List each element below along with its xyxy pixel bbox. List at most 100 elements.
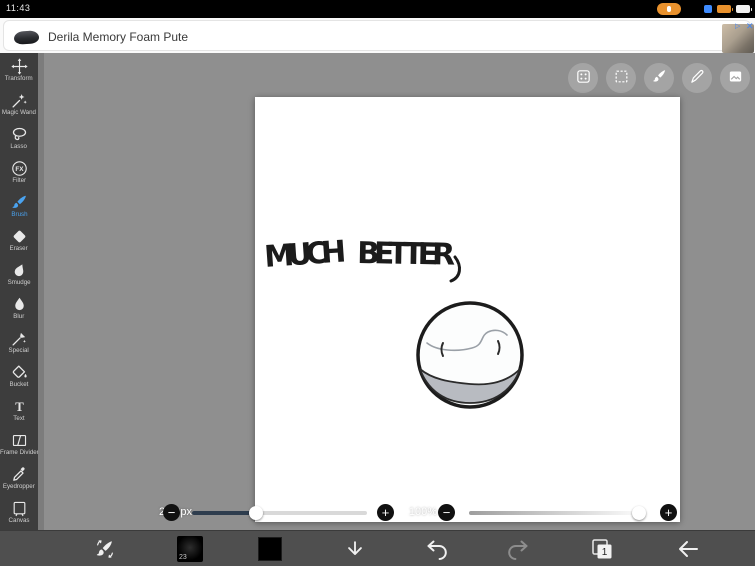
brush-size-decrease-button[interactable]: −: [163, 504, 180, 521]
tool-smudge[interactable]: Smudge: [0, 257, 38, 291]
brush-icon: [11, 194, 28, 211]
tool-label: Brush: [10, 210, 28, 218]
selection-button[interactable]: [606, 63, 636, 93]
battery-icon: [736, 5, 752, 13]
tool-label: Filter: [12, 176, 26, 184]
undo-icon: [425, 540, 449, 564]
tool-label: Blur: [13, 312, 25, 320]
tool-brush[interactable]: Brush: [0, 189, 38, 223]
svg-text:T: T: [15, 400, 24, 414]
tool-eraser[interactable]: Eraser: [0, 223, 38, 257]
undo-button[interactable]: [425, 537, 449, 564]
drawn-word-2: BETTER: [357, 236, 458, 273]
brush-size-increase-button[interactable]: +: [377, 504, 394, 521]
tool-label: Text: [13, 414, 25, 422]
ad-product-image: [13, 30, 40, 45]
status-time: 11:43: [6, 3, 31, 13]
tool-eyedropper[interactable]: Eyedropper: [0, 461, 38, 495]
brush-preview-button[interactable]: 23: [177, 536, 203, 562]
arrow-down-icon: [344, 541, 366, 563]
tool-text[interactable]: T Text: [0, 393, 38, 427]
ad-close-button[interactable]: ✕: [746, 21, 754, 31]
opacity-value: 100%: [408, 506, 437, 518]
tool-label: Special: [8, 346, 30, 354]
hide-panel-button[interactable]: [344, 538, 366, 563]
lasso-icon: [11, 126, 28, 143]
opacity-decrease-button[interactable]: −: [438, 504, 455, 521]
back-button[interactable]: [676, 537, 700, 564]
mic-indicator-pill[interactable]: [657, 3, 681, 15]
special-icon: [11, 330, 28, 347]
ad-card[interactable]: Derila Memory Foam Pute ▷ ✕: [3, 20, 754, 53]
smudge-icon: [11, 262, 28, 279]
brush-eraser-toggle-icon: [94, 540, 116, 563]
tool-lasso[interactable]: Lasso: [0, 121, 38, 155]
tool-label: Smudge: [7, 278, 31, 286]
tool-magic-wand[interactable]: Magic Wand: [0, 87, 38, 121]
tool-label: Frame Divider: [0, 448, 39, 456]
eyedropper-icon: [11, 466, 28, 483]
brush-size-thumb[interactable]: [249, 506, 263, 520]
redo-icon: [506, 540, 530, 564]
material-button[interactable]: [568, 63, 598, 93]
mic-icon: [667, 6, 671, 12]
drawing-canvas[interactable]: MUCH BETTER: [255, 97, 680, 522]
image-icon: [727, 68, 744, 88]
svg-text:1: 1: [602, 547, 608, 558]
tool-special[interactable]: Special: [0, 325, 38, 359]
top-toolbar: [568, 63, 750, 93]
status-bar: 11:43: [0, 0, 755, 18]
tool-label: Eyedropper: [3, 482, 35, 490]
drawn-word-1: MUCH: [263, 234, 349, 275]
current-color-swatch[interactable]: [258, 537, 282, 561]
adchoices-icon[interactable]: ▷: [735, 22, 740, 31]
ad-banner: Derila Memory Foam Pute ▷ ✕: [0, 18, 755, 53]
tool-filter[interactable]: FX Filter: [0, 155, 38, 189]
tool-transform[interactable]: Transform: [0, 53, 38, 87]
tool-label: Magic Wand: [1, 108, 37, 116]
svg-text:FX: FX: [15, 166, 24, 173]
layers-icon: 1: [589, 539, 615, 565]
eraser-icon: [11, 228, 28, 245]
tool-canvas[interactable]: Canvas: [0, 495, 38, 529]
selection-marquee-icon: [613, 68, 630, 88]
import-image-button[interactable]: [720, 63, 750, 93]
screen-share-icon: [704, 5, 712, 13]
pen-settings-button[interactable]: [682, 63, 712, 93]
drawn-ball: [416, 301, 524, 409]
material-icon: [575, 68, 592, 88]
brush-size-value: 23.0px: [124, 506, 192, 518]
opacity-thumb[interactable]: [632, 506, 646, 520]
brush-size-slider[interactable]: [192, 506, 367, 520]
text-icon: T: [11, 398, 28, 415]
brush-eraser-toggle-button[interactable]: [94, 538, 116, 563]
redo-button[interactable]: [506, 537, 530, 564]
layers-button[interactable]: 1: [589, 536, 615, 565]
canvas-drawing: MUCH BETTER: [263, 234, 524, 409]
bucket-icon: [11, 364, 28, 381]
tool-blur[interactable]: Blur: [0, 291, 38, 325]
arrow-left-icon: [676, 541, 700, 564]
tool-frame-divider[interactable]: Frame Divider: [0, 427, 38, 461]
tool-label: Canvas: [8, 516, 30, 524]
battery-low-icon: [717, 5, 733, 13]
brush-preview-size: 23: [179, 554, 187, 561]
brush-size-fill: [192, 511, 257, 515]
ibispaint-app: 11:43 Derila Memory Foam Pute ▷ ✕ Transf…: [0, 0, 755, 566]
tool-bucket[interactable]: Bucket: [0, 359, 38, 393]
pen-icon: [689, 68, 706, 88]
tool-label: Lasso: [10, 142, 28, 150]
canvas-area: MUCH BETTER 23.0px − + 100%: [44, 53, 755, 530]
brush-stroke-button[interactable]: [644, 63, 674, 93]
opacity-increase-button[interactable]: +: [660, 504, 677, 521]
tool-label: Transform: [5, 74, 33, 82]
opacity-slider[interactable]: [469, 506, 646, 520]
canvas-icon: [11, 500, 28, 517]
filter-fx-icon: FX: [11, 160, 28, 177]
slider-bar: 23.0px − + 100% − +: [44, 503, 755, 523]
ad-title[interactable]: Derila Memory Foam Pute: [48, 30, 188, 44]
frame-divider-icon: [11, 432, 28, 449]
tool-sidebar: Transform Magic Wand Lasso FX Filter Bru…: [0, 53, 38, 530]
bottom-toolbar: 23 1: [0, 530, 755, 566]
status-icons: [704, 5, 752, 13]
